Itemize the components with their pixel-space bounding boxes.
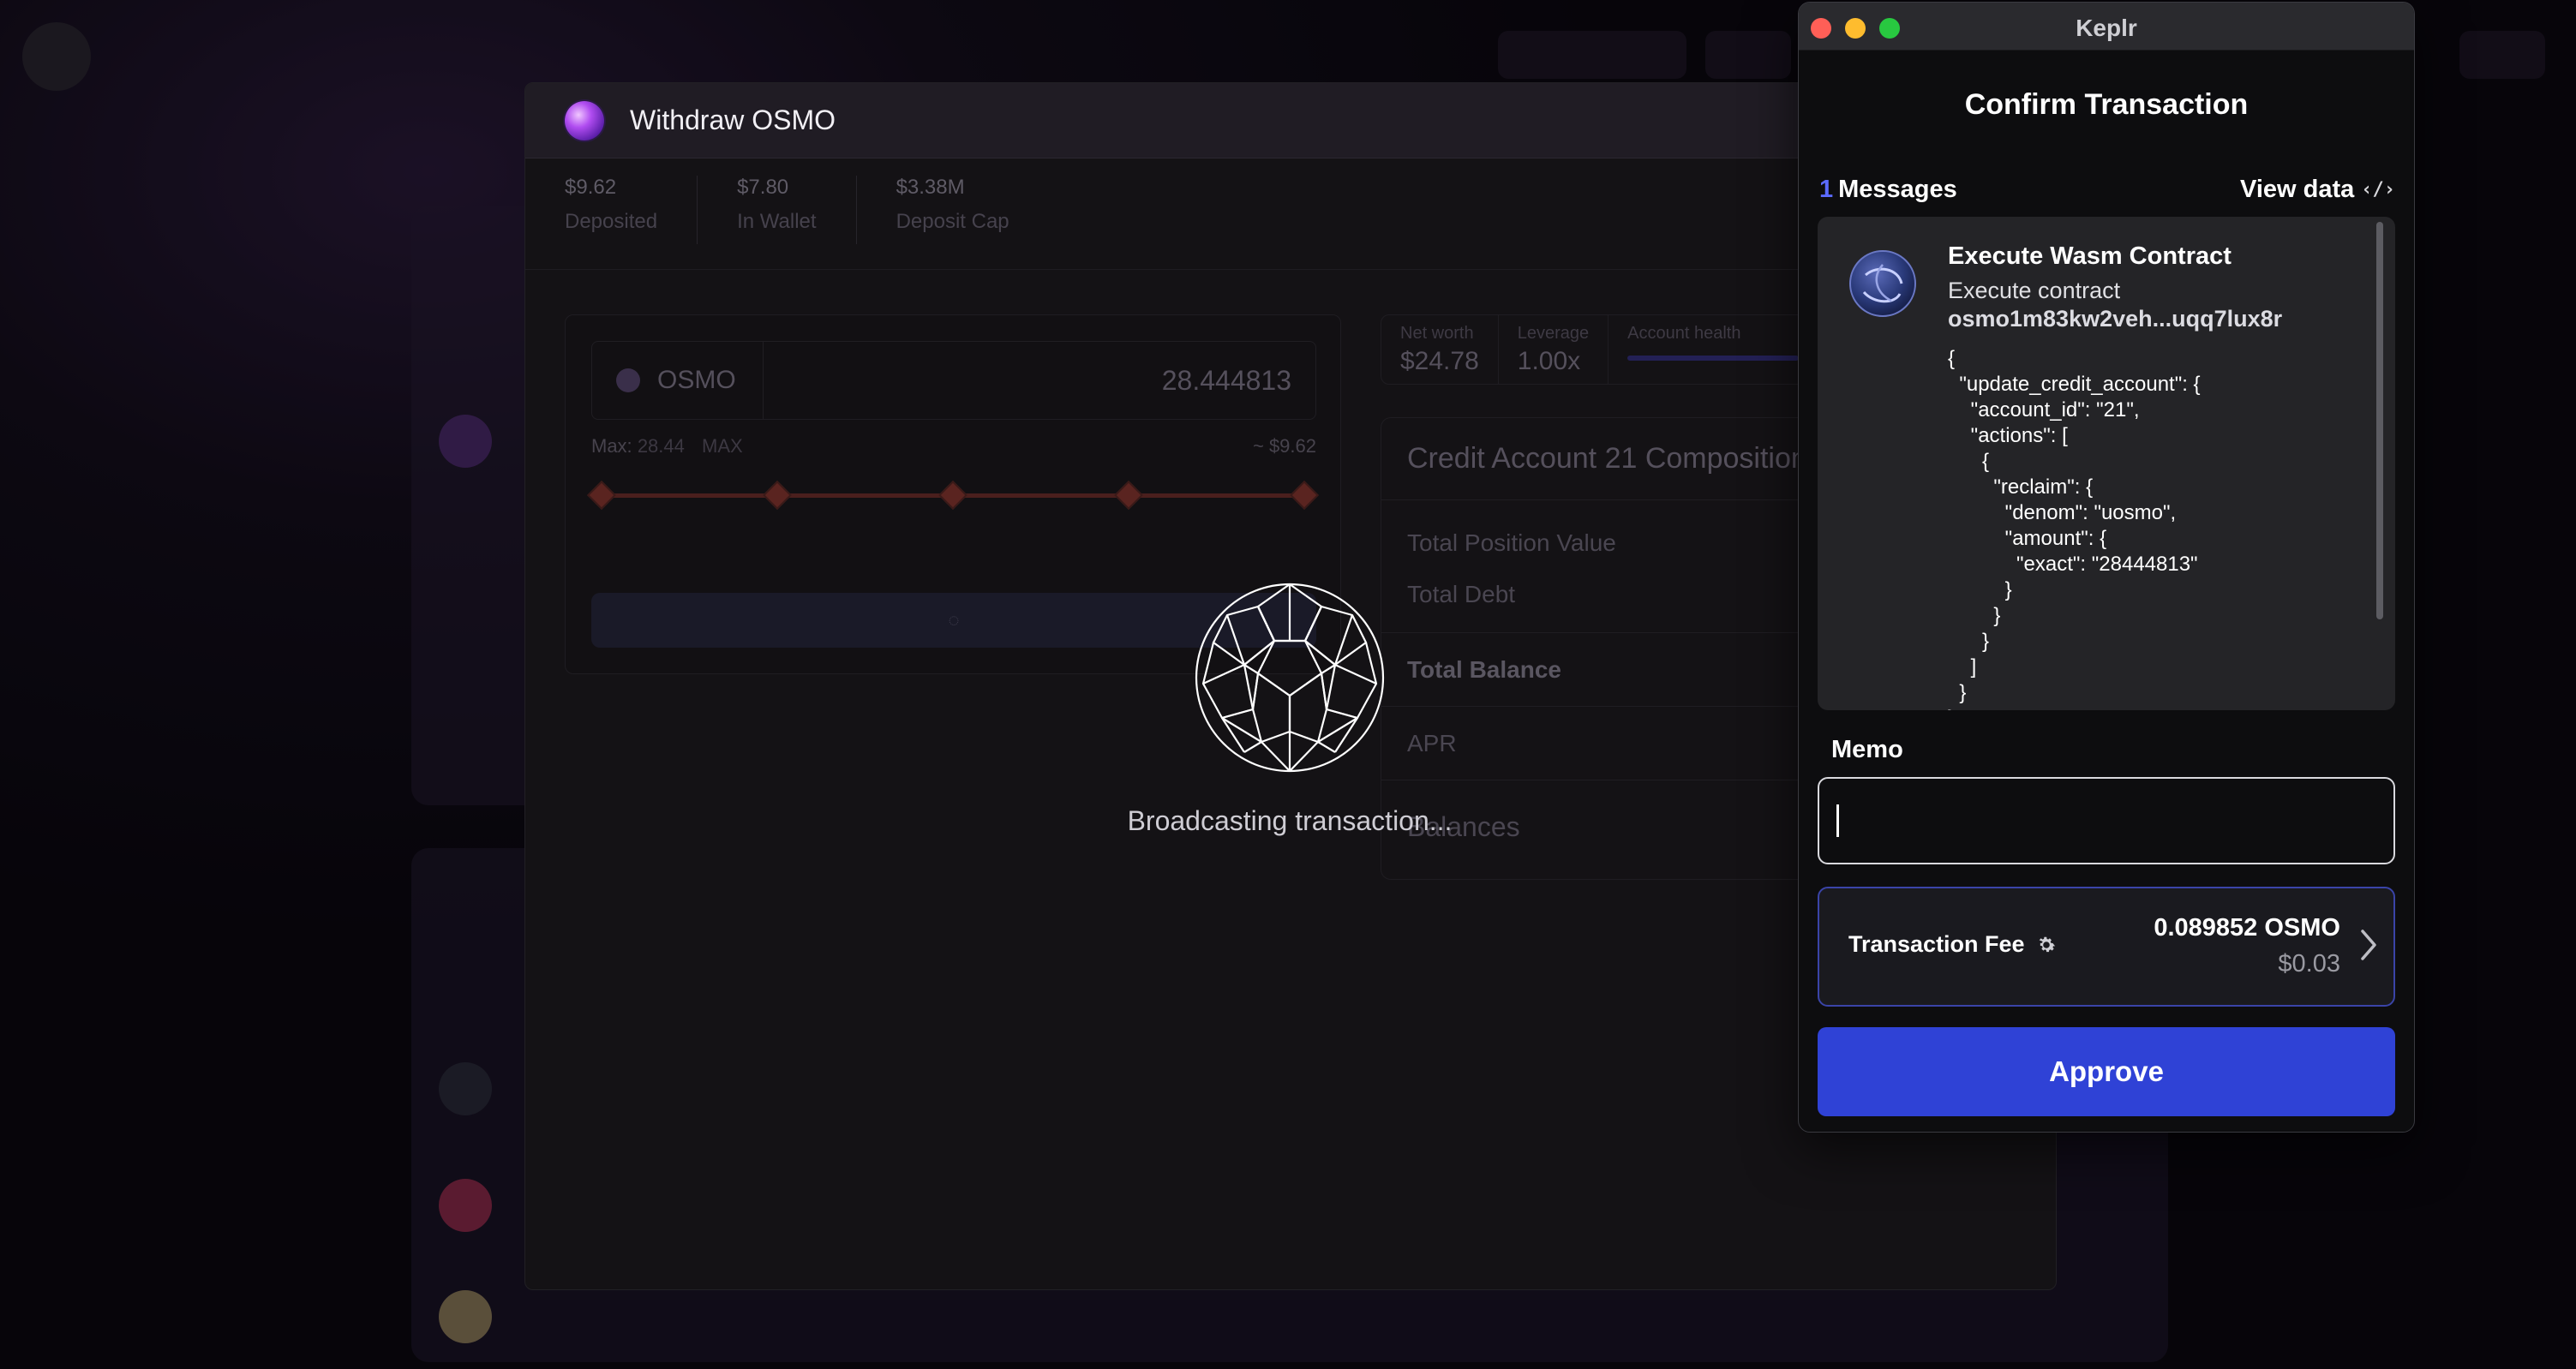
- geodesic-sphere-icon: [1195, 583, 1385, 773]
- max-row: Max: 28.44 MAX ~ $9.62: [591, 435, 1316, 457]
- max-button[interactable]: MAX: [702, 435, 743, 457]
- code-icon: ‹/›: [2361, 179, 2395, 200]
- messages-label: Messages: [1838, 176, 1957, 203]
- message-title: Execute Wasm Contract: [1948, 242, 2232, 270]
- slider-step-0[interactable]: [587, 481, 616, 510]
- stat-label: Deposit Cap: [896, 210, 1009, 233]
- approve-button[interactable]: Approve: [1818, 1027, 2395, 1116]
- loading-spinner-icon: ◌: [948, 609, 960, 631]
- stat-value: $9.62: [565, 176, 617, 199]
- wasm-contract-icon: [1849, 250, 1916, 317]
- stat-in-wallet: $7.80 In Wallet: [737, 176, 857, 244]
- fee-amount: 0.089852 OSMO: [2154, 914, 2340, 942]
- messages-header: 1 Messages View data ‹/›: [1819, 176, 2395, 204]
- message-json: { "update_credit_account": { "account_id…: [1948, 347, 2201, 710]
- message-scrollbar[interactable]: [2376, 222, 2383, 619]
- slider-step-50[interactable]: [938, 481, 967, 510]
- amount-value[interactable]: 28.444813: [764, 365, 1315, 397]
- stat-label: In Wallet: [737, 210, 817, 233]
- osmo-asset-icon: [616, 368, 640, 392]
- slider-step-100[interactable]: [1290, 481, 1319, 510]
- mini-label: Account health: [1627, 324, 1741, 343]
- amount-slider[interactable]: [587, 481, 1319, 510]
- chevron-right-icon: [2361, 930, 2376, 960]
- slider-step-25[interactable]: [763, 481, 792, 510]
- window-titlebar[interactable]: Keplr: [1799, 3, 2414, 51]
- stat-deposited: $9.62 Deposited: [565, 176, 698, 244]
- confirm-heading: Confirm Transaction: [1964, 88, 2249, 121]
- memo-label: Memo: [1831, 736, 1903, 763]
- health-bar: [1627, 356, 1800, 361]
- view-data-label: View data: [2240, 176, 2355, 203]
- max-amount: 28.44: [637, 435, 685, 457]
- stat-value: $7.80: [737, 176, 789, 199]
- fee-label-group: Transaction Fee: [1848, 931, 2058, 958]
- messages-number: 1: [1819, 176, 1834, 203]
- slider-step-75[interactable]: [1114, 481, 1143, 510]
- mini-label: Net worth: [1400, 324, 1474, 343]
- view-data-button[interactable]: View data ‹/›: [2240, 176, 2395, 204]
- fee-usd: $0.03: [2278, 950, 2340, 977]
- messages-count: 1 Messages: [1819, 176, 1957, 204]
- broadcast-status: Broadcasting transaction...: [1114, 581, 1465, 837]
- asset-selector[interactable]: OSMO: [592, 342, 764, 419]
- net-worth-stat: Net worth $24.78: [1381, 315, 1499, 384]
- stat-label: Deposited: [565, 210, 658, 233]
- window-title: Keplr: [2076, 15, 2137, 41]
- contract-address: osmo1m83kw2veh...uqq7lux8r: [1948, 306, 2283, 332]
- stat-value: $3.38M: [896, 176, 965, 199]
- max-label: Max:: [591, 435, 632, 457]
- message-card[interactable]: Execute Wasm Contract Execute contract o…: [1818, 217, 2395, 710]
- leverage-stat: Leverage 1.00x: [1499, 315, 1609, 384]
- asset-symbol: OSMO: [657, 366, 736, 394]
- text-caret: [1836, 804, 1839, 837]
- message-subtitle: Execute contract: [1948, 278, 2121, 303]
- account-health-stat: Account health: [1609, 315, 1818, 384]
- broadcast-text: Broadcasting transaction...: [1127, 805, 1453, 836]
- keplr-window: Keplr Confirm Transaction 1 Messages View…: [1798, 2, 2415, 1133]
- message-body: Execute Wasm Contract Execute contract o…: [1948, 242, 2369, 710]
- gear-icon[interactable]: [2035, 934, 2058, 956]
- memo-input[interactable]: [1818, 777, 2395, 864]
- transaction-fee-selector[interactable]: Transaction Fee 0.089852 OSMO $0.03: [1818, 887, 2395, 1007]
- stat-deposit-cap: $3.38M Deposit Cap: [896, 176, 1049, 244]
- osmo-token-icon: [565, 100, 604, 140]
- mini-label: Leverage: [1517, 324, 1590, 343]
- max-group: Max: 28.44 MAX: [591, 435, 743, 457]
- usd-value: ~ $9.62: [1252, 435, 1316, 457]
- mini-value: $24.78: [1400, 347, 1479, 375]
- amount-input-box[interactable]: OSMO 28.444813: [591, 341, 1316, 420]
- modal-title: Withdraw OSMO: [630, 105, 836, 135]
- fee-label: Transaction Fee: [1848, 931, 2025, 957]
- mini-value: 1.00x: [1517, 347, 1581, 375]
